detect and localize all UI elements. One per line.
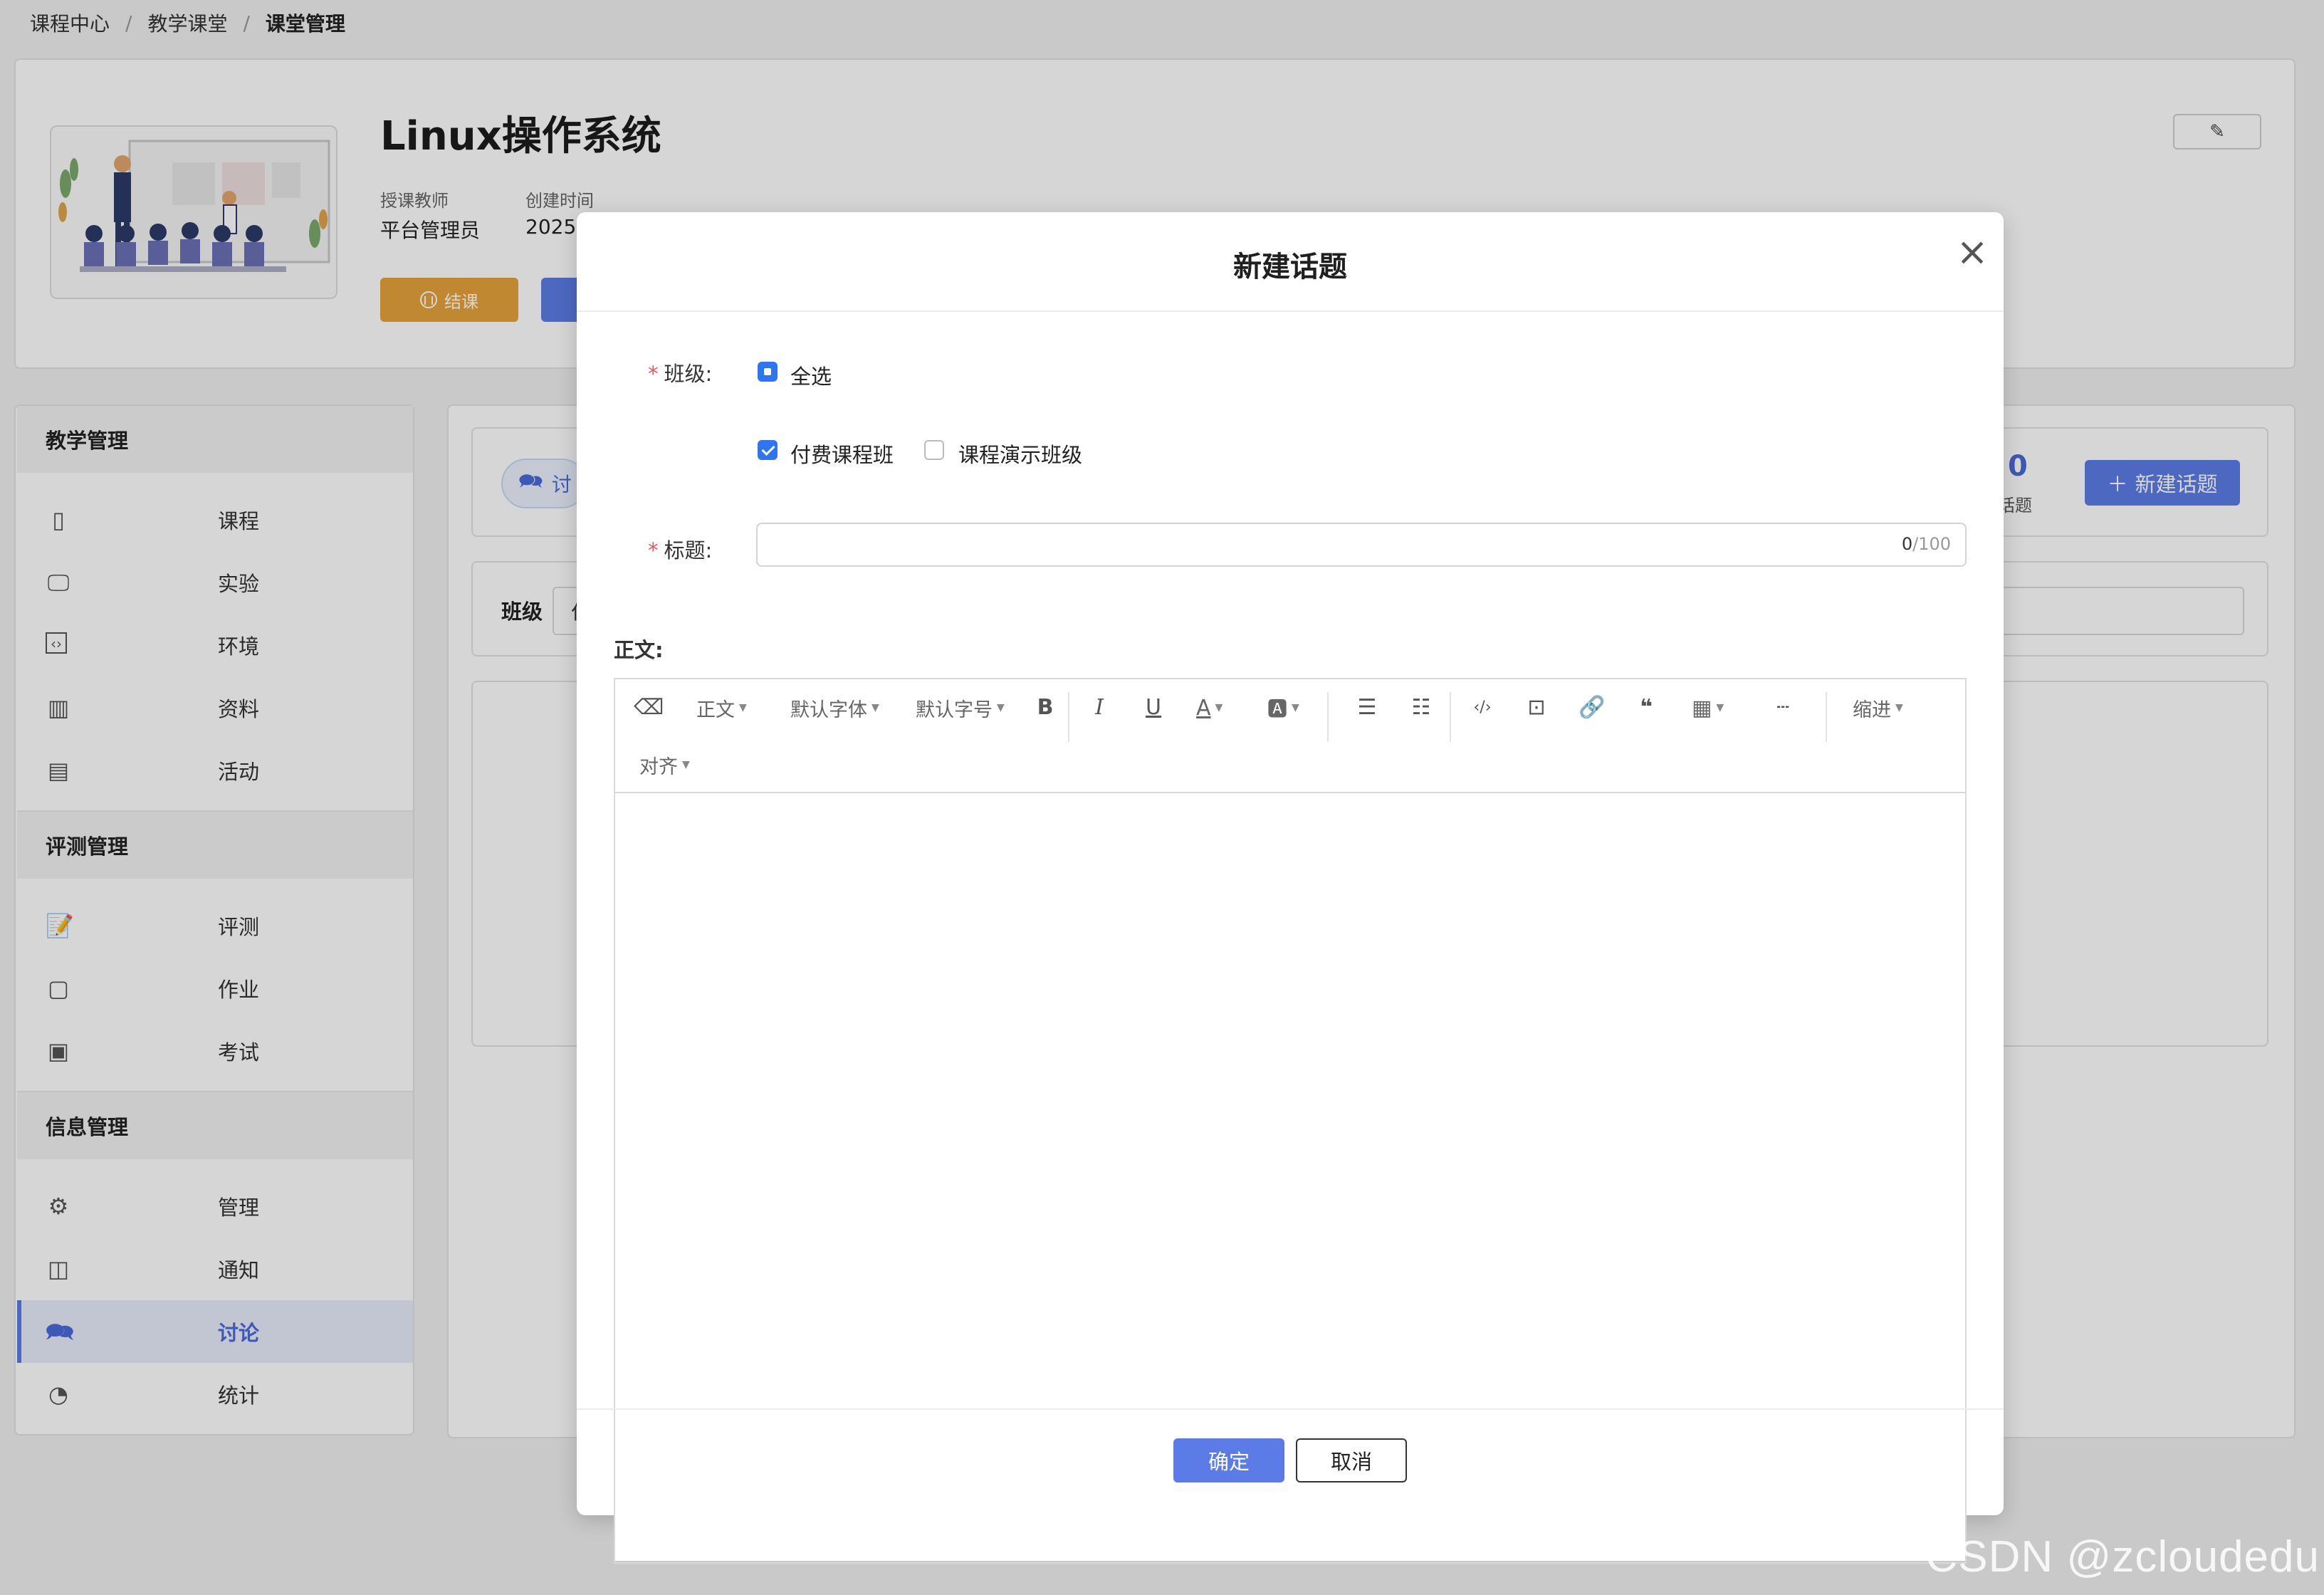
toolbar-separator: [1327, 692, 1329, 742]
class-field-label-text: 班级:: [664, 362, 713, 386]
select-all-checkbox[interactable]: [758, 362, 778, 382]
cancel-button[interactable]: 取消: [1296, 1438, 1407, 1482]
select-all-label[interactable]: 全选: [790, 360, 832, 390]
caret-down-icon: ▼: [739, 702, 747, 713]
toolbar-separator: [1068, 692, 1069, 742]
editor-toolbar: ⌫ 正文 ▼ 默认字体 ▼ 默认字号 ▼ B I U A ▼ 🅰 ▼ ☰ ☷ ‹/› ⊡ …: [615, 679, 1965, 793]
divider-icon[interactable]: ┄: [1769, 694, 1797, 722]
class-checkbox-paid-label[interactable]: 付费课程班: [790, 439, 894, 469]
caret-down-icon: ▼: [872, 702, 879, 713]
body-field-label: 正文:: [614, 638, 664, 662]
background-color-icon: 🅰: [1267, 697, 1288, 721]
watermark-text: CSDN @zcloudedu: [1925, 1532, 2320, 1581]
table-icon: ▦: [1692, 695, 1712, 721]
caret-down-icon: ▼: [1292, 702, 1299, 713]
indent-select[interactable]: 缩进 ▼: [1853, 694, 1903, 722]
bold-icon[interactable]: B: [1031, 694, 1059, 722]
underline-icon[interactable]: U: [1139, 694, 1168, 722]
confirm-button[interactable]: 确定: [1173, 1438, 1284, 1482]
italic-icon[interactable]: I: [1085, 694, 1114, 722]
caret-down-icon: ▼: [1716, 702, 1724, 713]
table-button[interactable]: ▦ ▼: [1692, 694, 1724, 722]
title-char-count: 0: [1901, 534, 1913, 554]
toolbar-separator: [1450, 692, 1451, 742]
image-icon[interactable]: ⊡: [1522, 694, 1551, 722]
link-icon[interactable]: 🔗: [1578, 694, 1606, 722]
title-char-max: /100: [1912, 534, 1951, 554]
bullet-list-icon[interactable]: ☰: [1353, 694, 1381, 722]
required-marker: *: [648, 362, 659, 386]
caret-down-icon: ▼: [1895, 702, 1903, 713]
toolbar-separator: [1826, 692, 1827, 742]
indent-select-label: 缩进: [1853, 699, 1891, 721]
class-field-label: * 班级:: [648, 357, 712, 387]
title-field-label: * 标题:: [648, 534, 712, 564]
title-char-counter: 0/100: [1902, 534, 1951, 554]
align-select-label: 对齐: [639, 755, 678, 778]
eraser-icon[interactable]: ⌫: [634, 694, 664, 722]
align-select[interactable]: 对齐 ▼: [639, 751, 690, 779]
code-icon[interactable]: ‹/›: [1468, 694, 1497, 722]
dialog-footer-divider: [577, 1408, 2004, 1410]
paragraph-select[interactable]: 正文 ▼: [696, 694, 747, 722]
font-size-select[interactable]: 默认字号 ▼: [916, 694, 1005, 722]
class-checkbox-demo-label[interactable]: 课程演示班级: [958, 439, 1082, 469]
numbered-list-icon[interactable]: ☷: [1407, 694, 1435, 722]
required-marker: *: [648, 538, 659, 563]
caret-down-icon: ▼: [1215, 702, 1223, 713]
dialog-title: 新建话题: [1233, 251, 1347, 283]
title-input[interactable]: 0/100: [756, 523, 1967, 567]
title-field-label-text: 标题:: [664, 538, 713, 563]
font-color-button[interactable]: A ▼: [1196, 694, 1223, 722]
font-color-icon: A: [1196, 695, 1211, 721]
quote-icon[interactable]: ❝: [1632, 694, 1660, 722]
editor-content-area[interactable]: [615, 795, 1965, 1561]
page-background: 课程中心 / 教学课堂 / 课堂管理 Linux操作系统 授课教师 平台管理员 …: [0, 0, 2324, 1595]
font-size-select-label: 默认字号: [916, 699, 993, 721]
caret-down-icon: ▼: [682, 759, 690, 770]
paragraph-select-label: 正文: [696, 699, 735, 721]
new-topic-dialog: 新建话题 × * 班级: 全选 付费课程班 课程演示班级 * 标题: 0/100 正…: [577, 212, 2004, 1564]
class-checkbox-demo[interactable]: [924, 440, 944, 460]
font-family-select[interactable]: 默认字体 ▼: [790, 694, 879, 722]
font-family-select-label: 默认字体: [790, 699, 867, 721]
close-icon[interactable]: ×: [1949, 229, 1995, 275]
background-color-button[interactable]: 🅰 ▼: [1267, 694, 1299, 722]
class-checkbox-paid[interactable]: [758, 440, 778, 460]
caret-down-icon: ▼: [997, 702, 1005, 713]
